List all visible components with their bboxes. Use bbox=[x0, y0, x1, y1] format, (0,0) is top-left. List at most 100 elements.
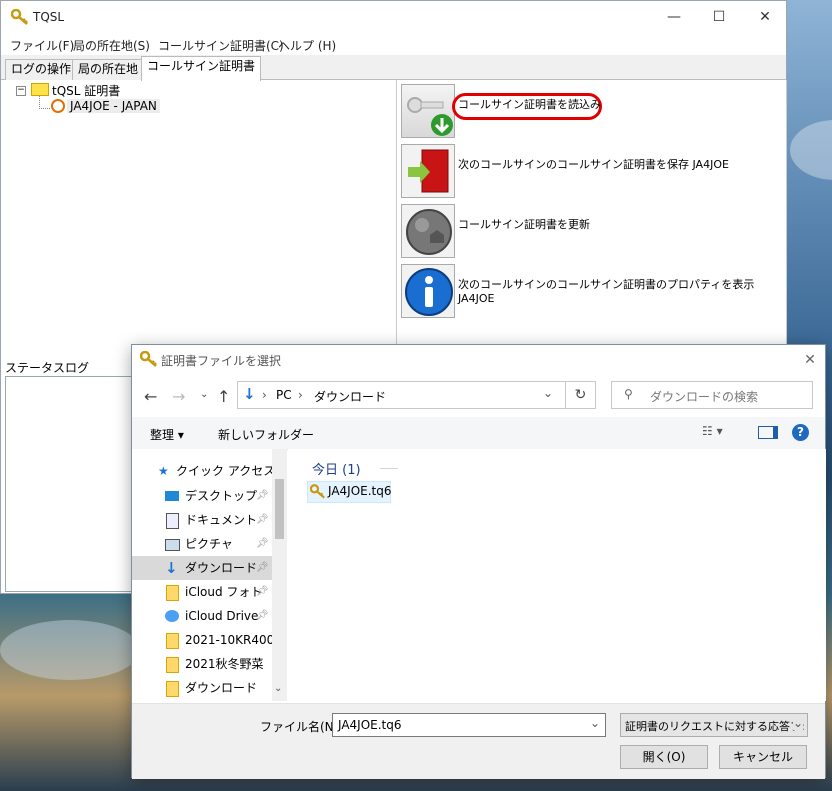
nav-folder-downloads[interactable]: ダウンロード bbox=[132, 676, 272, 700]
breadcrumb-pc[interactable]: PC bbox=[276, 388, 292, 402]
menu-callsign-certificate[interactable]: コールサイン証明書(C) bbox=[158, 37, 284, 54]
save-door-icon bbox=[408, 149, 449, 193]
nav-desktop[interactable]: デスクトップ 📌︎ bbox=[132, 484, 272, 508]
save-certificate-button[interactable] bbox=[401, 144, 455, 198]
certificate-properties-label[interactable]: 次のコールサインのコールサイン証明書のプロパティを表示 JA4JOE bbox=[458, 278, 758, 306]
filename-dropdown-chevron-icon[interactable]: ⌄ bbox=[590, 716, 600, 730]
nav-folder-2021-autumn-winter[interactable]: 2021秋冬野菜 bbox=[132, 652, 272, 676]
nav-item-label: iCloud Drive bbox=[185, 609, 259, 623]
folder-icon bbox=[166, 681, 179, 697]
file-item[interactable]: JA4JOE.tq6 bbox=[307, 481, 392, 503]
filename-label: ファイル名(N): bbox=[260, 720, 343, 734]
preview-pane-icon[interactable] bbox=[758, 426, 778, 439]
filetype-select[interactable]: 証明書のリクエストに対する応答フ: ⌄ bbox=[620, 713, 808, 737]
certificate-tree: − tQSL 証明書 JA4JOE - JAPAN bbox=[5, 80, 395, 350]
picture-icon bbox=[165, 539, 180, 551]
close-button[interactable]: ✕ bbox=[755, 7, 775, 27]
nav-icloud-photos[interactable]: iCloud フォト 📌︎ bbox=[132, 580, 272, 604]
nav-item-label: iCloud フォト bbox=[185, 585, 263, 599]
tree-collapse-toggle[interactable]: − bbox=[16, 86, 26, 96]
dialog-close-button[interactable]: ✕ bbox=[800, 350, 820, 370]
folder-icon bbox=[166, 633, 179, 649]
refresh-button[interactable]: ↻ bbox=[566, 381, 596, 409]
forward-arrow-icon[interactable]: → bbox=[172, 387, 185, 406]
cancel-button[interactable]: キャンセル bbox=[719, 745, 807, 769]
tree-root-label[interactable]: tQSL 証明書 bbox=[52, 82, 120, 99]
document-icon bbox=[166, 513, 179, 529]
save-certificate-label[interactable]: 次のコールサインのコールサイン証明書を保存 JA4JOE bbox=[458, 158, 758, 172]
search-box[interactable]: ⚲ ダウンロードの検索 bbox=[611, 381, 813, 409]
key-icon bbox=[11, 9, 28, 25]
pin-icon[interactable]: 📌︎ bbox=[256, 532, 269, 556]
star-icon: ★ bbox=[158, 464, 169, 478]
load-certificate-button[interactable] bbox=[401, 84, 455, 138]
nav-icloud-drive[interactable]: iCloud Drive 📌︎ bbox=[132, 604, 272, 628]
load-certificate-label[interactable]: コールサイン証明書を読込み bbox=[458, 98, 758, 112]
title-bar: TQSL — ☐ ✕ bbox=[1, 1, 786, 33]
menu-file[interactable]: ファイル(F) bbox=[10, 37, 74, 54]
tree-certificate-item[interactable]: JA4JOE - JAPAN bbox=[67, 99, 160, 113]
organize-button[interactable]: 整理 ▾ bbox=[150, 426, 184, 443]
nav-item-label: ダウンロード bbox=[185, 681, 258, 695]
nav-folder-2021-10kr400[interactable]: 2021-10KR400カ/ bbox=[132, 628, 272, 652]
group-header-today[interactable]: 今日 (1) bbox=[312, 459, 361, 478]
tree-line bbox=[39, 96, 50, 109]
nav-documents[interactable]: ドキュメント 📌︎ bbox=[132, 508, 272, 532]
menu-station-location[interactable]: 局の所在地(S) bbox=[73, 37, 150, 54]
file-open-dialog: 証明書ファイルを選択 ✕ ← → ⌄ ↑ ↓ › PC › ダウンロード ⌄ ↻… bbox=[131, 344, 826, 779]
breadcrumb-separator-icon: › bbox=[298, 388, 303, 402]
tab-log-operations[interactable]: ログの操作 bbox=[5, 59, 78, 80]
organize-label: 整理 bbox=[150, 428, 175, 442]
group-name: 今日 bbox=[312, 463, 339, 478]
pin-icon[interactable]: 📌︎ bbox=[256, 484, 269, 508]
view-options-icon[interactable]: ☷ ▾ bbox=[702, 424, 723, 438]
nav-downloads[interactable]: ↓ ダウンロード 📌︎ bbox=[132, 556, 272, 580]
nav-item-label: ピクチャ bbox=[185, 537, 233, 551]
renew-certificate-button[interactable] bbox=[401, 204, 455, 258]
recent-locations-chevron-icon[interactable]: ⌄ bbox=[200, 389, 208, 400]
cloud-icon bbox=[165, 610, 179, 622]
menu-help[interactable]: ヘルプ (H) bbox=[278, 37, 336, 54]
open-button[interactable]: 開く(O) bbox=[620, 745, 708, 769]
breadcrumb-downloads[interactable]: ダウンロード bbox=[314, 388, 386, 405]
breadcrumb-separator-icon: › bbox=[262, 388, 267, 402]
window-title: TQSL bbox=[33, 10, 65, 24]
status-log[interactable] bbox=[5, 376, 135, 592]
scroll-down-chevron-icon[interactable]: ⌄ bbox=[274, 683, 282, 694]
folder-icon bbox=[166, 657, 179, 673]
address-bar[interactable]: ↓ › PC › ダウンロード ⌄ bbox=[237, 381, 566, 409]
minimize-button[interactable]: — bbox=[664, 7, 684, 27]
folder-icon bbox=[166, 585, 179, 601]
status-log-title: ステータスログ bbox=[5, 361, 90, 375]
filetype-dropdown-chevron-icon[interactable]: ⌄ bbox=[793, 716, 804, 730]
scrollbar-thumb[interactable] bbox=[275, 479, 284, 539]
tab-station-locations[interactable]: 局の所在地 bbox=[72, 59, 145, 80]
search-placeholder: ダウンロードの検索 bbox=[650, 390, 759, 404]
folder-icon bbox=[31, 83, 49, 96]
file-name: JA4JOE.tq6 bbox=[328, 484, 392, 498]
renew-certificate-label[interactable]: コールサイン証明書を更新 bbox=[458, 218, 758, 232]
nav-item-label: デスクトップ bbox=[185, 489, 258, 503]
pin-icon[interactable]: 📌︎ bbox=[256, 556, 269, 580]
tab-bar: ログの操作 局の所在地 コールサイン証明書 bbox=[1, 55, 786, 81]
globe-house-icon bbox=[406, 209, 452, 255]
nav-quick-access[interactable]: ★ クイック アクセス bbox=[132, 459, 272, 483]
up-arrow-icon[interactable]: ↑ bbox=[217, 387, 230, 406]
pin-icon[interactable]: 📌︎ bbox=[256, 604, 269, 628]
maximize-button[interactable]: ☐ bbox=[709, 7, 729, 27]
help-icon[interactable]: ? bbox=[792, 424, 809, 441]
nav-item-label: 2021秋冬野菜 bbox=[185, 657, 264, 671]
pin-icon[interactable]: 📌︎ bbox=[256, 508, 269, 532]
nav-pictures[interactable]: ピクチャ 📌︎ bbox=[132, 532, 272, 556]
new-folder-button[interactable]: 新しいフォルダー bbox=[218, 426, 314, 443]
navigation-scrollbar[interactable]: ⌄ bbox=[272, 449, 287, 701]
filename-input[interactable]: JA4JOE.tq6 ⌄ bbox=[332, 713, 606, 737]
pin-icon[interactable]: 📌︎ bbox=[256, 580, 269, 604]
navigation-pane: ★ クイック アクセス デスクトップ 📌︎ ドキュメント 📌︎ ピクチャ 📌︎ … bbox=[132, 449, 287, 701]
certificate-clock-icon bbox=[51, 99, 65, 113]
back-arrow-icon[interactable]: ← bbox=[144, 387, 157, 406]
certificate-properties-button[interactable] bbox=[401, 264, 455, 318]
tab-callsign-certificates[interactable]: コールサイン証明書 bbox=[141, 56, 262, 81]
address-dropdown-chevron-icon[interactable]: ⌄ bbox=[543, 386, 553, 400]
nav-item-label: ダウンロード bbox=[185, 561, 258, 575]
